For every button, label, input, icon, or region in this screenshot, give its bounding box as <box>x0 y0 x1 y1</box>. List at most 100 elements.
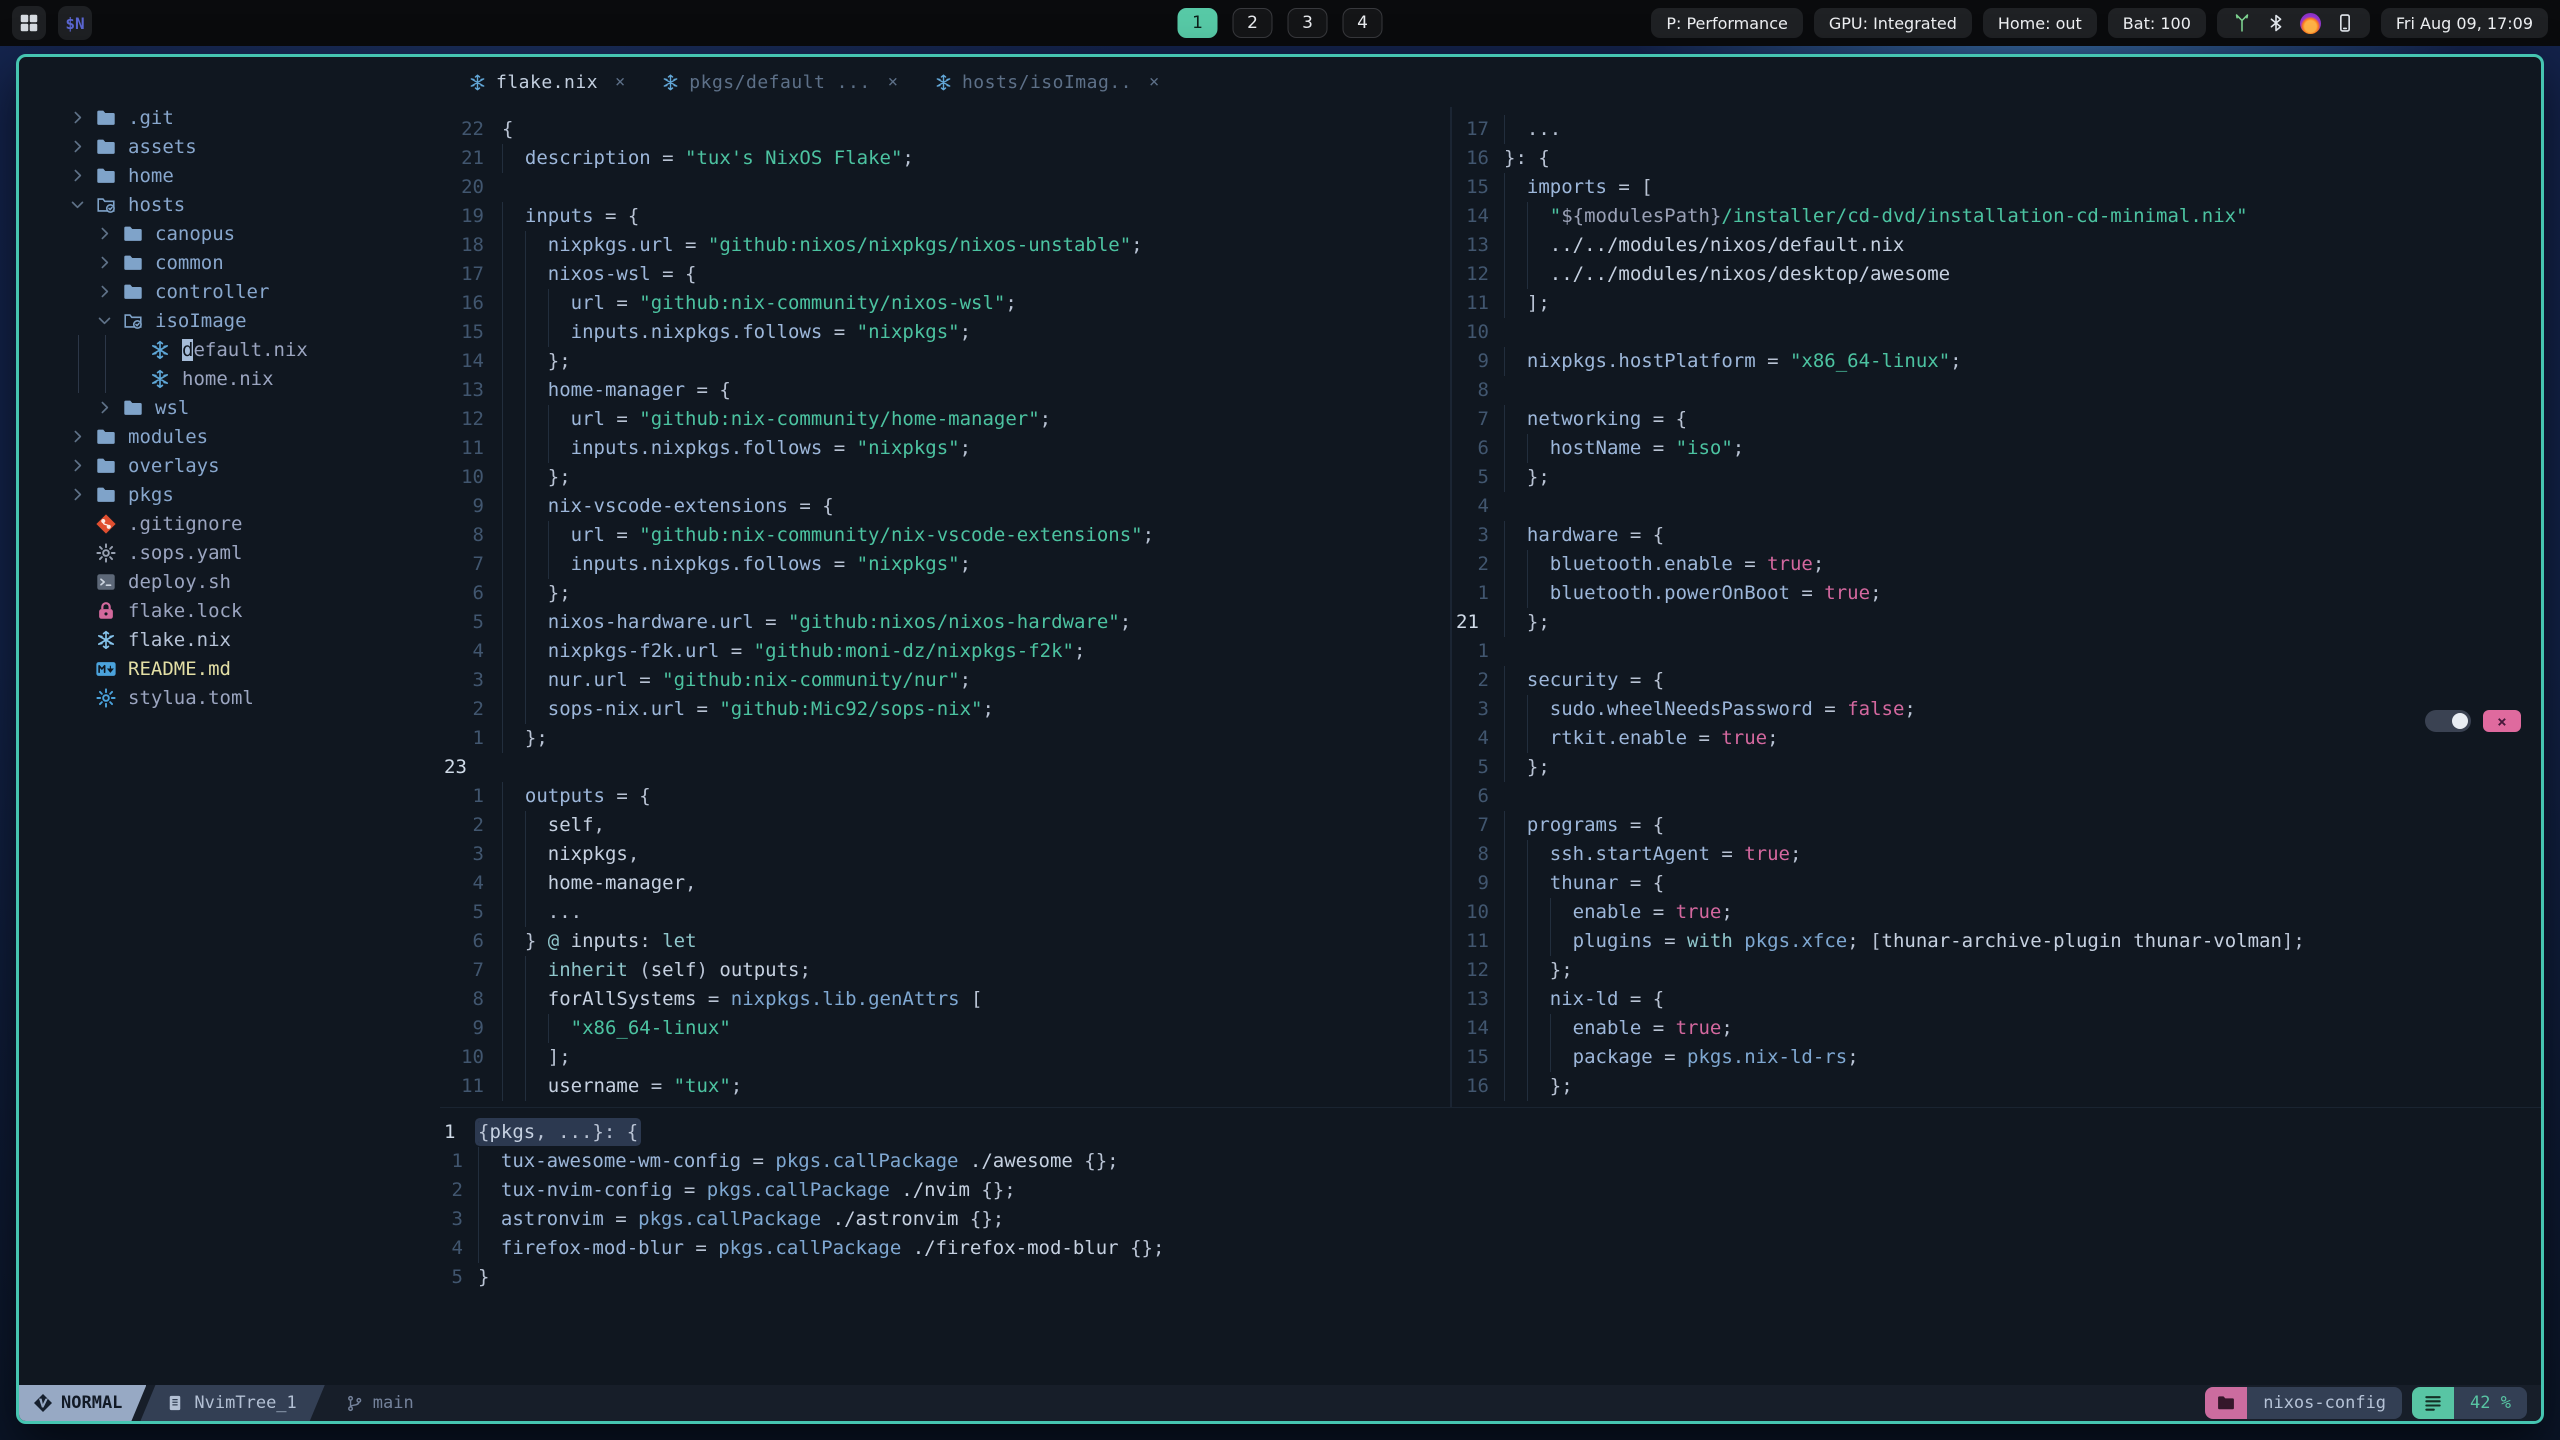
code-line[interactable]: 8 <box>1452 376 2541 405</box>
code-line[interactable]: 10 }; <box>440 463 1450 492</box>
code-line[interactable]: 13 nix-ld = { <box>1452 985 2541 1014</box>
code-line[interactable]: 6 }; <box>440 579 1450 608</box>
tree-item-deploy-sh[interactable]: deploy.sh <box>19 567 440 596</box>
code-line[interactable]: 21 }; <box>1452 608 2541 637</box>
app-launcher-button[interactable] <box>12 6 46 40</box>
code-line[interactable]: 17 nixos-wsl = { <box>440 260 1450 289</box>
tree-item-stylua-toml[interactable]: stylua.toml <box>19 683 440 712</box>
code-line[interactable]: 10 ]; <box>440 1043 1450 1072</box>
code-line[interactable]: 7 inherit (self) outputs; <box>440 956 1450 985</box>
tab-pkgs-default-[interactable]: pkgs/default ... × <box>661 72 898 93</box>
code-line[interactable]: 5 }; <box>1452 753 2541 782</box>
tree-item-common[interactable]: common <box>19 248 440 277</box>
code-line[interactable]: 14 enable = true; <box>1452 1014 2541 1043</box>
code-line[interactable]: 5 nixos-hardware.url = "github:nixos/nix… <box>440 608 1450 637</box>
code-line[interactable]: 2 tux-nvim-config = pkgs.callPackage ./n… <box>440 1176 2541 1205</box>
code-line[interactable]: 9 thunar = { <box>1452 869 2541 898</box>
close-tab-icon[interactable]: × <box>1149 72 1159 92</box>
code-line[interactable]: 8 forAllSystems = nixpkgs.lib.genAttrs [ <box>440 985 1450 1014</box>
code-line[interactable]: 5 ... <box>440 898 1450 927</box>
close-tab-icon[interactable]: × <box>615 72 625 92</box>
code-line[interactable]: 10 <box>1452 318 2541 347</box>
workspace-button-3[interactable]: 3 <box>1287 8 1328 38</box>
code-line[interactable]: 13 home-manager = { <box>440 376 1450 405</box>
code-line[interactable]: 1 {pkgs, ...}: { <box>440 1118 2541 1147</box>
code-line[interactable]: 1 outputs = { <box>440 782 1450 811</box>
tree-item-README-md[interactable]: README.md <box>19 654 440 683</box>
tab-hosts-isoImag-[interactable]: hosts/isoImag.. × <box>934 72 1159 93</box>
code-line[interactable]: 12 url = "github:nix-community/home-mana… <box>440 405 1450 434</box>
code-line[interactable]: 3 hardware = { <box>1452 521 2541 550</box>
nvimtree-sidebar[interactable]: .git assets home hosts canopus common controll… <box>19 57 440 1385</box>
code-line[interactable]: 6 <box>1452 782 2541 811</box>
code-line[interactable]: 5 }; <box>1452 463 2541 492</box>
neovim-launcher-button[interactable]: $N <box>58 6 92 40</box>
code-line[interactable]: 11 ]; <box>1452 289 2541 318</box>
code-line[interactable]: 4 firefox-mod-blur = pkgs.callPackage ./… <box>440 1234 2541 1263</box>
code-line[interactable]: 13 ../../modules/nixos/default.nix <box>1452 231 2541 260</box>
code-line[interactable]: 7 networking = { <box>1452 405 2541 434</box>
code-line[interactable]: 3 astronvim = pkgs.callPackage ./astronv… <box>440 1205 2541 1234</box>
tree-item-isoImage[interactable]: isoImage <box>19 306 440 335</box>
code-line[interactable]: 3 nur.url = "github:nix-community/nur"; <box>440 666 1450 695</box>
phone-icon[interactable] <box>2335 13 2355 33</box>
code-line[interactable]: 3 sudo.wheelNeedsPassword = false; <box>1452 695 2541 724</box>
code-line[interactable]: 16 url = "github:nix-community/nixos-wsl… <box>440 289 1450 318</box>
code-line[interactable]: 9 nixpkgs.hostPlatform = "x86_64-linux"; <box>1452 347 2541 376</box>
tree-item-overlays[interactable]: overlays <box>19 451 440 480</box>
tree-item-home[interactable]: home <box>19 161 440 190</box>
code-line[interactable]: 7 programs = { <box>1452 811 2541 840</box>
code-line[interactable]: 10 enable = true; <box>1452 898 2541 927</box>
tree-item-wsl[interactable]: wsl <box>19 393 440 422</box>
code-line[interactable]: 20 <box>440 173 1450 202</box>
close-tab-icon[interactable]: × <box>888 72 898 92</box>
code-line[interactable]: 15 package = pkgs.nix-ld-rs; <box>1452 1043 2541 1072</box>
code-line[interactable]: 4 <box>1452 492 2541 521</box>
code-line[interactable]: 16}: { <box>1452 144 2541 173</box>
code-line[interactable]: 7 inputs.nixpkgs.follows = "nixpkgs"; <box>440 550 1450 579</box>
code-line[interactable]: 4 rtkit.enable = true; <box>1452 724 2541 753</box>
code-line[interactable]: 11 plugins = with pkgs.xfce; [thunar-arc… <box>1452 927 2541 956</box>
tree-item-canopus[interactable]: canopus <box>19 219 440 248</box>
code-line[interactable]: 14 }; <box>440 347 1450 376</box>
window-toggle-switch[interactable] <box>2425 710 2471 732</box>
tree-item--gitignore[interactable]: .gitignore <box>19 509 440 538</box>
code-pane-iso-image[interactable]: 17 ... 16}: {15 imports = [14 "${modulesP… <box>1452 107 2541 1107</box>
code-line[interactable]: 1 <box>1452 637 2541 666</box>
tree-item-controller[interactable]: controller <box>19 277 440 306</box>
flame-icon[interactable] <box>2299 12 2321 34</box>
code-line[interactable]: 12 ../../modules/nixos/desktop/awesome <box>1452 260 2541 289</box>
code-pane-pkgs-default[interactable]: 1 {pkgs, ...}: {1 tux-awesome-wm-config =… <box>440 1108 2541 1385</box>
antenna-icon[interactable] <box>2232 13 2252 33</box>
tree-item-home-nix[interactable]: home.nix <box>19 364 440 393</box>
code-line[interactable]: 17 ... <box>1452 115 2541 144</box>
tab-flake-nix[interactable]: flake.nix × <box>468 72 625 93</box>
code-line[interactable]: 2 self, <box>440 811 1450 840</box>
code-line[interactable]: 18 nixpkgs.url = "github:nixos/nixpkgs/n… <box>440 231 1450 260</box>
code-line[interactable]: 2 sops-nix.url = "github:Mic92/sops-nix"… <box>440 695 1450 724</box>
tree-item-default-nix[interactable]: default.nix <box>19 335 440 364</box>
tree-item-flake-lock[interactable]: flake.lock <box>19 596 440 625</box>
code-line[interactable]: 15 inputs.nixpkgs.follows = "nixpkgs"; <box>440 318 1450 347</box>
code-line[interactable]: 5} <box>440 1263 2541 1292</box>
code-line[interactable]: 16 }; <box>1452 1072 2541 1101</box>
code-line[interactable]: 1 tux-awesome-wm-config = pkgs.callPacka… <box>440 1147 2541 1176</box>
code-line[interactable]: 3 nixpkgs, <box>440 840 1450 869</box>
tree-item-modules[interactable]: modules <box>19 422 440 451</box>
workspace-button-1[interactable]: 1 <box>1177 8 1218 38</box>
tree-item-assets[interactable]: assets <box>19 132 440 161</box>
code-line[interactable]: 19 inputs = { <box>440 202 1450 231</box>
code-line[interactable]: 23 <box>440 753 1450 782</box>
tree-item-pkgs[interactable]: pkgs <box>19 480 440 509</box>
tree-item-hosts[interactable]: hosts <box>19 190 440 219</box>
code-line[interactable]: 4 nixpkgs-f2k.url = "github:moni-dz/nixp… <box>440 637 1450 666</box>
code-line[interactable]: 6 hostName = "iso"; <box>1452 434 2541 463</box>
code-line[interactable]: 11 username = "tux"; <box>440 1072 1450 1101</box>
workspace-button-4[interactable]: 4 <box>1342 8 1383 38</box>
code-line[interactable]: 12 }; <box>1452 956 2541 985</box>
code-line[interactable]: 9 nix-vscode-extensions = { <box>440 492 1450 521</box>
code-line[interactable]: 14 "${modulesPath}/installer/cd-dvd/inst… <box>1452 202 2541 231</box>
code-line[interactable]: 8 url = "github:nix-community/nix-vscode… <box>440 521 1450 550</box>
code-line[interactable]: 1 bluetooth.powerOnBoot = true; <box>1452 579 2541 608</box>
tree-item--sops-yaml[interactable]: .sops.yaml <box>19 538 440 567</box>
